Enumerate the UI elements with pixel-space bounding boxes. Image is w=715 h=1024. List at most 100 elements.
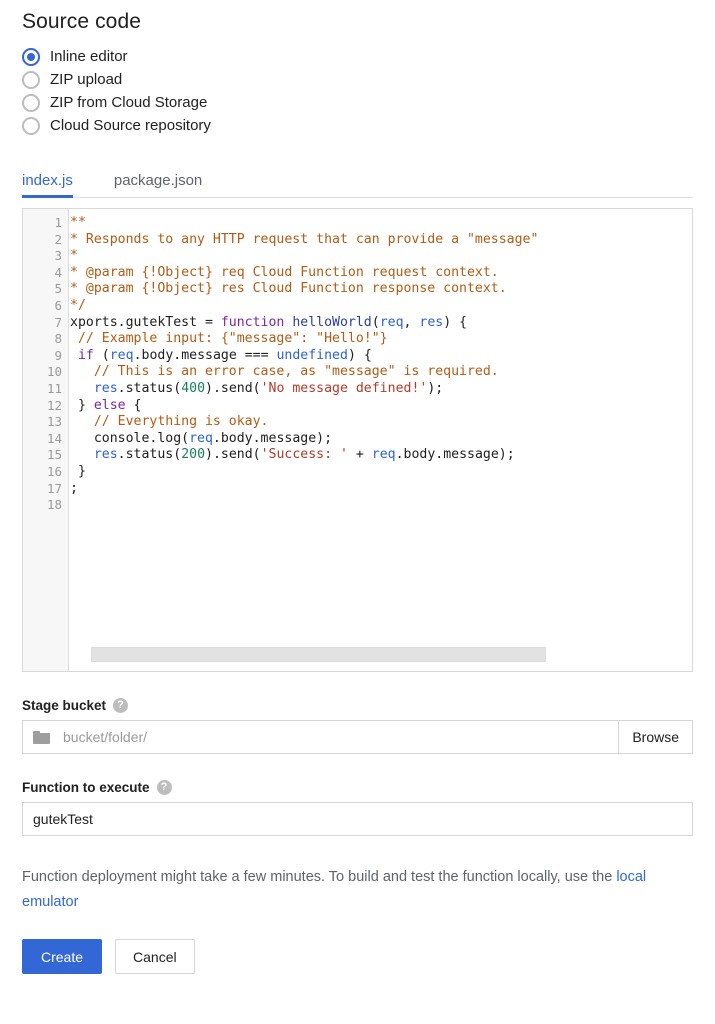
code-token: 200 bbox=[181, 447, 205, 462]
deployment-note-text: Function deployment might take a few min… bbox=[22, 869, 616, 885]
code-token: req bbox=[380, 315, 404, 330]
code-token: .body.message); bbox=[396, 447, 515, 462]
inline-code-editor[interactable]: 123456789101112131415161718 *** Responds… bbox=[22, 208, 693, 672]
code-token: res bbox=[94, 447, 118, 462]
code-line bbox=[70, 497, 692, 514]
stage-bucket-label-row: Stage bucket ? bbox=[22, 698, 693, 713]
code-token: if bbox=[78, 348, 94, 363]
code-line: // Everything is okay. bbox=[70, 414, 692, 431]
radio-option-inline-editor[interactable]: Inline editor bbox=[22, 45, 715, 68]
line-number: 11 bbox=[23, 381, 68, 398]
line-number: 9 bbox=[23, 348, 68, 365]
tab-index-js[interactable]: index.js bbox=[22, 172, 73, 197]
radio-option-zip-from-cloud-storage[interactable]: ZIP from Cloud Storage bbox=[22, 91, 715, 114]
deployment-note: Function deployment might take a few min… bbox=[22, 865, 672, 915]
code-token: .status( bbox=[118, 381, 182, 396]
code-token: undefined bbox=[276, 348, 347, 363]
line-number: 10 bbox=[23, 364, 68, 381]
radio-label: ZIP upload bbox=[50, 71, 122, 89]
browse-button[interactable]: Browse bbox=[618, 721, 692, 753]
code-line: // This is an error case, as "message" i… bbox=[70, 364, 692, 381]
code-token: } bbox=[70, 398, 94, 413]
source-code-panel: Source code Inline editor ZIP upload ZIP… bbox=[0, 0, 715, 974]
code-line: ; bbox=[70, 481, 692, 498]
code-token: ; bbox=[70, 481, 78, 496]
code-token: req bbox=[110, 348, 134, 363]
code-content[interactable]: *** Responds to any HTTP request that ca… bbox=[69, 209, 692, 671]
line-number: 12 bbox=[23, 398, 68, 415]
radio-indicator-icon bbox=[22, 71, 40, 89]
code-token: 'No message defined!' bbox=[261, 381, 428, 396]
page-title: Source code bbox=[0, 0, 715, 34]
radio-option-zip-upload[interactable]: ZIP upload bbox=[22, 68, 715, 91]
code-token: + bbox=[348, 447, 372, 462]
line-number: 3 bbox=[23, 248, 68, 265]
code-token: ).send( bbox=[205, 381, 261, 396]
code-token: ).send( bbox=[205, 447, 261, 462]
line-number: 1 bbox=[23, 215, 68, 232]
help-icon[interactable]: ? bbox=[157, 780, 172, 795]
file-tabs: index.js package.json bbox=[0, 167, 715, 198]
code-line: res.status(200).send('Success: ' + req.b… bbox=[70, 447, 692, 464]
code-line: } else { bbox=[70, 398, 692, 415]
code-token: else bbox=[94, 398, 126, 413]
code-token: // Example input: {"message": "Hello!"} bbox=[70, 331, 388, 346]
code-token: , bbox=[404, 315, 420, 330]
radio-label: Cloud Source repository bbox=[50, 117, 211, 135]
code-line: res.status(400).send('No message defined… bbox=[70, 381, 692, 398]
code-token: ( bbox=[372, 315, 380, 330]
scrollbar-thumb[interactable] bbox=[91, 647, 546, 662]
stage-bucket-field: Stage bucket ? bucket/folder/ Browse bbox=[22, 698, 693, 754]
radio-label: Inline editor bbox=[50, 48, 128, 66]
line-number: 18 bbox=[23, 497, 68, 514]
code-token: * @param {!Object} res Cloud Function re… bbox=[70, 281, 507, 296]
code-line: * bbox=[70, 248, 692, 265]
stage-bucket-input[interactable]: bucket/folder/ bbox=[23, 721, 618, 753]
code-token: res bbox=[94, 381, 118, 396]
editor-horizontal-scrollbar[interactable] bbox=[70, 647, 692, 663]
function-to-execute-input[interactable]: gutekTest bbox=[22, 802, 693, 836]
code-token: 400 bbox=[181, 381, 205, 396]
code-token: ** bbox=[70, 215, 86, 230]
radio-label: ZIP from Cloud Storage bbox=[50, 94, 207, 112]
line-number: 7 bbox=[23, 315, 68, 332]
code-line: * @param {!Object} req Cloud Function re… bbox=[70, 265, 692, 282]
code-token bbox=[70, 381, 94, 396]
code-token: * bbox=[70, 248, 78, 263]
code-token: helloWorld bbox=[292, 315, 371, 330]
line-number: 5 bbox=[23, 281, 68, 298]
code-line: // Example input: {"message": "Hello!"} bbox=[70, 331, 692, 348]
code-line: } bbox=[70, 464, 692, 481]
code-token: req bbox=[372, 447, 396, 462]
code-line: ** bbox=[70, 215, 692, 232]
line-number-gutter: 123456789101112131415161718 bbox=[23, 209, 69, 671]
tab-package-json[interactable]: package.json bbox=[114, 172, 202, 197]
code-token: } bbox=[70, 464, 86, 479]
code-token: ); bbox=[427, 381, 443, 396]
help-icon[interactable]: ? bbox=[113, 698, 128, 713]
function-to-execute-field: Function to execute ? gutekTest bbox=[22, 780, 693, 836]
code-line: if (req.body.message === undefined) { bbox=[70, 348, 692, 365]
code-token: * @param {!Object} req Cloud Function re… bbox=[70, 265, 499, 280]
cancel-button[interactable]: Cancel bbox=[115, 939, 195, 974]
code-token: function bbox=[221, 315, 292, 330]
line-number: 8 bbox=[23, 331, 68, 348]
code-token: .body.message === bbox=[134, 348, 277, 363]
code-token: xports.gutekTest = bbox=[70, 315, 221, 330]
folder-icon bbox=[33, 731, 50, 744]
stage-bucket-input-group[interactable]: bucket/folder/ Browse bbox=[22, 720, 693, 754]
code-token: .body.message); bbox=[213, 431, 332, 446]
function-to-execute-label-row: Function to execute ? bbox=[22, 780, 693, 795]
code-line: xports.gutekTest = function helloWorld(r… bbox=[70, 315, 692, 332]
create-button[interactable]: Create bbox=[22, 939, 102, 974]
radio-option-cloud-source-repository[interactable]: Cloud Source repository bbox=[22, 114, 715, 137]
code-token bbox=[70, 348, 78, 363]
code-token bbox=[70, 447, 94, 462]
radio-indicator-icon bbox=[22, 117, 40, 135]
code-token: // This is an error case, as "message" i… bbox=[70, 364, 499, 379]
source-type-radio-group: Inline editor ZIP upload ZIP from Cloud … bbox=[0, 45, 715, 137]
radio-indicator-icon bbox=[22, 94, 40, 112]
code-line: console.log(req.body.message); bbox=[70, 431, 692, 448]
file-tabs-row: index.js package.json bbox=[22, 167, 693, 197]
code-token: .status( bbox=[118, 447, 182, 462]
